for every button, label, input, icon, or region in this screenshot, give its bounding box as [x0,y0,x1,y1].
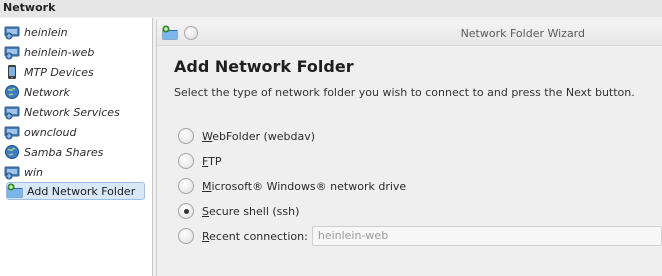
sidebar-item-label: heinlein-web [24,45,95,59]
window-titlebar: Network [0,0,662,17]
sidebar-item-owncloud[interactable]: owncloud [4,123,149,141]
radio-button[interactable] [178,228,194,244]
places-sidebar: heinlein heinlein-web MTP Devices Networ… [0,18,153,276]
sidebar-item-label: Samba Shares [24,145,104,159]
globe-icon [5,85,19,99]
option-windows-network-drive[interactable]: Microsoft® Windows® network drive [178,177,406,195]
instruction-text: Select the type of network folder you wi… [174,86,635,99]
option-label: WebFolder (webdav) [202,129,316,143]
sidebar-item-label: Network Services [24,105,120,119]
sidebar-item-label: win [24,165,44,179]
option-label: Microsoft® Windows® network drive [202,179,407,193]
folder-add-icon [7,183,23,198]
dialog-title: Network Folder Wizard [460,27,585,40]
radio-button[interactable] [178,128,194,144]
sidebar-item-network-services[interactable]: Network Services [4,103,149,121]
radio-button-checked[interactable] [178,203,194,219]
recent-connection-combo[interactable]: heinlein-web [311,226,662,246]
radio-button[interactable] [178,153,194,169]
sidebar-item-add-network-folder[interactable]: Add Network Folder [6,182,145,200]
globe-icon [5,145,19,159]
sidebar-item-label: Add Network Folder [27,184,136,198]
option-recent-connection[interactable]: Recent connection: heinlein-web [178,226,662,246]
sidebar-item-heinlein[interactable]: heinlein [4,23,149,41]
option-secure-shell[interactable]: Secure shell (ssh) [178,202,299,220]
sidebar-item-label: owncloud [24,125,77,139]
network-drive-icon [4,46,20,60]
dialog-titlebar[interactable]: Network Folder Wizard [157,20,662,46]
option-label: Recent connection: [202,229,308,243]
network-drive-icon [4,26,20,40]
page-title: Add Network Folder [174,57,354,76]
option-label: Secure shell (ssh) [202,204,300,218]
sidebar-item-label: MTP Devices [24,65,94,79]
sidebar-item-heinlein-web[interactable]: heinlein-web [4,43,149,61]
sidebar-item-mtp-devices[interactable]: MTP Devices [4,63,149,81]
folder-add-icon [162,25,178,40]
phone-device-icon [8,65,16,79]
window-menu-button[interactable] [184,26,198,40]
sidebar-item-label: Network [24,85,70,99]
sidebar-item-win[interactable]: win [4,163,149,181]
option-ftp[interactable]: FTP [178,152,222,170]
network-folder-wizard: Network Folder Wizard Add Network Folder… [156,20,662,276]
option-webfolder[interactable]: WebFolder (webdav) [178,127,315,145]
option-label: FTP [202,154,222,168]
sidebar-item-network[interactable]: Network [4,83,149,101]
network-drive-icon [4,126,20,140]
network-drive-icon [4,166,20,180]
sidebar-item-label: heinlein [24,25,68,39]
radio-button[interactable] [178,178,194,194]
network-drive-icon [4,106,20,120]
sidebar-item-samba-shares[interactable]: Samba Shares [4,143,149,161]
window-title: Network [3,1,56,14]
